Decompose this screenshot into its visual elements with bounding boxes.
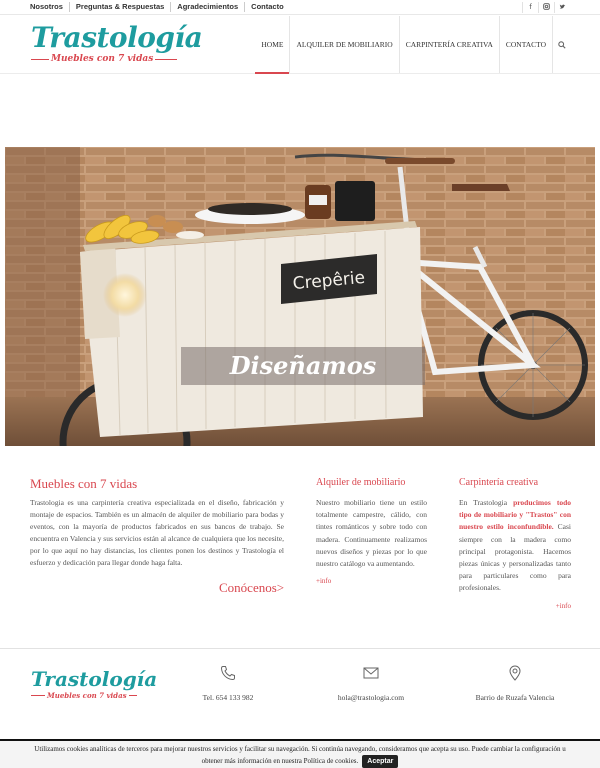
- carpentry-more-link[interactable]: +info: [459, 602, 571, 610]
- top-link-nosotros[interactable]: Nosotros: [30, 2, 69, 12]
- rental-title[interactable]: Alquiler de mobiliario: [316, 477, 427, 489]
- top-bar: Nosotros Preguntas & Respuestas Agradeci…: [0, 0, 600, 15]
- mail-icon: [363, 667, 379, 679]
- top-link-agradecimientos[interactable]: Agradecimientos: [170, 2, 244, 12]
- rental-text: Nuestro mobiliario tiene un estilo total…: [316, 498, 427, 569]
- footer-logo-wordmark: Trastología: [31, 667, 158, 691]
- location-pin-icon: [509, 665, 521, 681]
- social-links: f: [522, 2, 570, 13]
- cookie-banner: Utilizamos cookies analíticas de tercero…: [0, 739, 600, 768]
- carpentry-title[interactable]: Carpintería creativa: [459, 477, 571, 489]
- hero-slider: Crepêrie Diseñamos: [5, 147, 595, 446]
- facebook-icon[interactable]: f: [522, 2, 538, 13]
- about-section: Muebles con 7 vidas Trastologia es una c…: [30, 477, 284, 569]
- rental-section: Alquiler de mobiliario Nuestro mobiliari…: [316, 477, 427, 585]
- footer-logo-tagline: Muebles con 7 vidas: [45, 691, 129, 700]
- about-title: Muebles con 7 vidas: [30, 476, 138, 491]
- top-link-contacto[interactable]: Contacto: [244, 2, 290, 12]
- footer-location: Barrio de Ruzafa Valencia: [455, 665, 575, 702]
- nav-contacto[interactable]: CONTACTO: [498, 16, 552, 73]
- site-footer: Trastología Muebles con 7 vidas Tel. 654…: [0, 648, 600, 740]
- instagram-icon[interactable]: [538, 2, 554, 13]
- footer-email: hola@trastologia.com: [311, 665, 431, 702]
- main-nav: HOME ALQUILER DE MOBILIARIO CARPINTERÍA …: [254, 16, 570, 74]
- cookie-text-line2-wrap: obtener más información en nuestra Polít…: [0, 755, 600, 768]
- site-logo[interactable]: Trastología Muebles con 7 vidas: [31, 23, 203, 67]
- conocenos-link[interactable]: Conócenos>: [219, 580, 284, 596]
- location-text: Barrio de Ruzafa Valencia: [475, 693, 555, 702]
- phone-number[interactable]: Tel. 654 133 982: [168, 693, 288, 702]
- logo-tagline: Muebles con 7 vidas: [49, 54, 156, 65]
- hero-title: Diseñamos: [229, 351, 377, 380]
- about-text: Trastologia es una carpintería creativa …: [30, 498, 284, 567]
- carpentry-text: En Trastologia producimos todo tipo de m…: [459, 497, 571, 595]
- top-link-preguntas[interactable]: Preguntas & Respuestas: [68, 2, 170, 12]
- logo-wordmark: Trastología: [31, 21, 203, 54]
- site-header: Trastología Muebles con 7 vidas HOME ALQ…: [0, 16, 600, 74]
- rental-more-link[interactable]: +info: [316, 577, 427, 585]
- email-address[interactable]: hola@trastologia.com: [311, 693, 431, 702]
- carpentry-section: Carpintería creativa En Trastologia prod…: [459, 477, 571, 610]
- carpentry-text-rest: Casi siempre con la madera como principa…: [459, 522, 571, 593]
- hero-image: Crepêrie: [5, 147, 595, 446]
- cookie-text-line2: obtener más información en nuestra Polít…: [201, 757, 359, 765]
- cookie-text-line1: Utilizamos cookies analíticas de tercero…: [34, 745, 566, 753]
- footer-phone: Tel. 654 133 982: [168, 665, 288, 702]
- search-icon[interactable]: [552, 16, 570, 73]
- phone-icon: [220, 666, 235, 681]
- twitter-icon[interactable]: [554, 2, 570, 13]
- nav-home[interactable]: HOME: [254, 16, 290, 74]
- nav-alquiler[interactable]: ALQUILER DE MOBILIARIO: [289, 16, 398, 73]
- accept-cookies-button[interactable]: Aceptar: [362, 755, 399, 768]
- nav-carpinteria[interactable]: CARPINTERÍA CREATIVA: [398, 16, 499, 73]
- carpentry-text-intro: En Trastologia: [459, 498, 514, 507]
- top-nav: Nosotros Preguntas & Respuestas Agradeci…: [30, 2, 290, 12]
- footer-logo[interactable]: Trastología Muebles con 7 vidas: [31, 668, 157, 704]
